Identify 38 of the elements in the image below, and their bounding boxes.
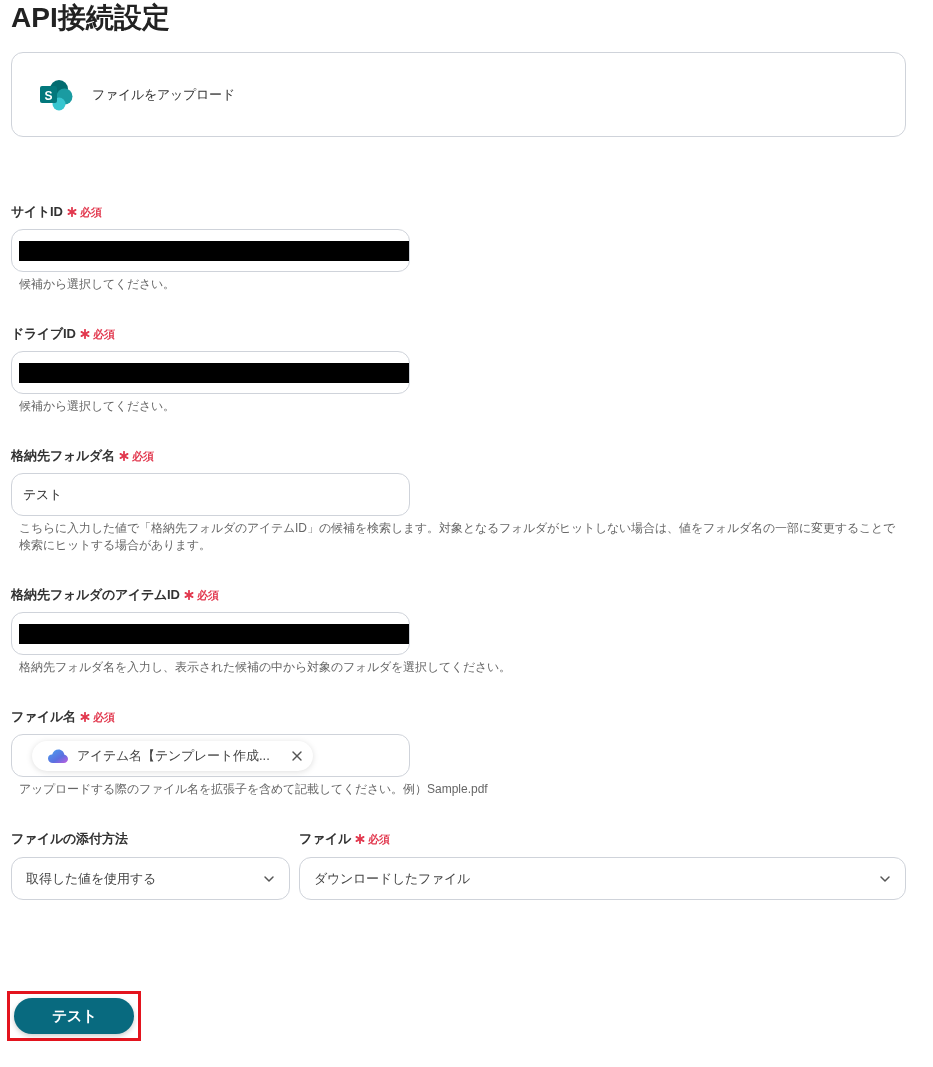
field-hint: アップロードする際のファイル名を拡張子を含めて記載してください。例）Sample.pdf (19, 781, 488, 798)
asterisk-icon (80, 329, 90, 339)
required-label: 必須 (93, 709, 115, 725)
field-label: ファイル (299, 830, 351, 849)
required-label: 必須 (80, 204, 102, 220)
field-hint: 候補から選択してください。 (19, 398, 175, 415)
required-label: 必須 (197, 587, 219, 603)
field-value: テスト (23, 485, 62, 504)
asterisk-icon (80, 712, 90, 722)
input-field[interactable]: テスト (11, 473, 410, 516)
input-field[interactable] (11, 612, 410, 655)
asterisk-icon (119, 451, 129, 461)
field-label: サイトID (11, 203, 63, 222)
asterisk-icon (355, 834, 365, 844)
required-label: 必須 (368, 831, 390, 847)
select-dropdown[interactable]: 取得した値を使用する (11, 857, 290, 900)
field-label: ドライブID (11, 325, 76, 344)
required-label: 必須 (132, 448, 154, 464)
field-label: 格納先フォルダ名 (11, 447, 115, 466)
variable-chip[interactable]: アイテム名【テンプレート作成... (32, 740, 313, 771)
asterisk-icon (184, 590, 194, 600)
input-field[interactable] (11, 229, 410, 272)
field-label: 格納先フォルダのアイテムID (11, 586, 180, 605)
required-label: 必須 (93, 326, 115, 342)
chip-label: アイテム名【テンプレート作成... (77, 746, 270, 765)
page-title: API接続設定 (11, 1, 170, 35)
select-dropdown[interactable]: ダウンロードしたファイル (299, 857, 906, 900)
field-hint: こちらに入力した値で「格納先フォルダのアイテムID」の候補を検索します。対象となるフォルダがヒットしない場合は、値をフォルダ名の一部に変更することで検索にヒットする場合があります。 (19, 520, 896, 554)
field-hint: 格納先フォルダ名を入力し、表示された候補の中から対象のフォルダを選択してください。 (19, 659, 511, 676)
field-hint: 候補から選択してください。 (19, 276, 175, 293)
cloud-icon (48, 748, 68, 763)
action-name: ファイルをアップロード (92, 85, 235, 104)
input-field[interactable] (11, 351, 410, 394)
input-field[interactable]: アイテム名【テンプレート作成... (11, 734, 410, 777)
test-button[interactable]: テスト (14, 998, 134, 1034)
field-label: ファイルの添付方法 (11, 830, 128, 849)
asterisk-icon (67, 207, 77, 217)
field-label: ファイル名 (11, 708, 76, 727)
